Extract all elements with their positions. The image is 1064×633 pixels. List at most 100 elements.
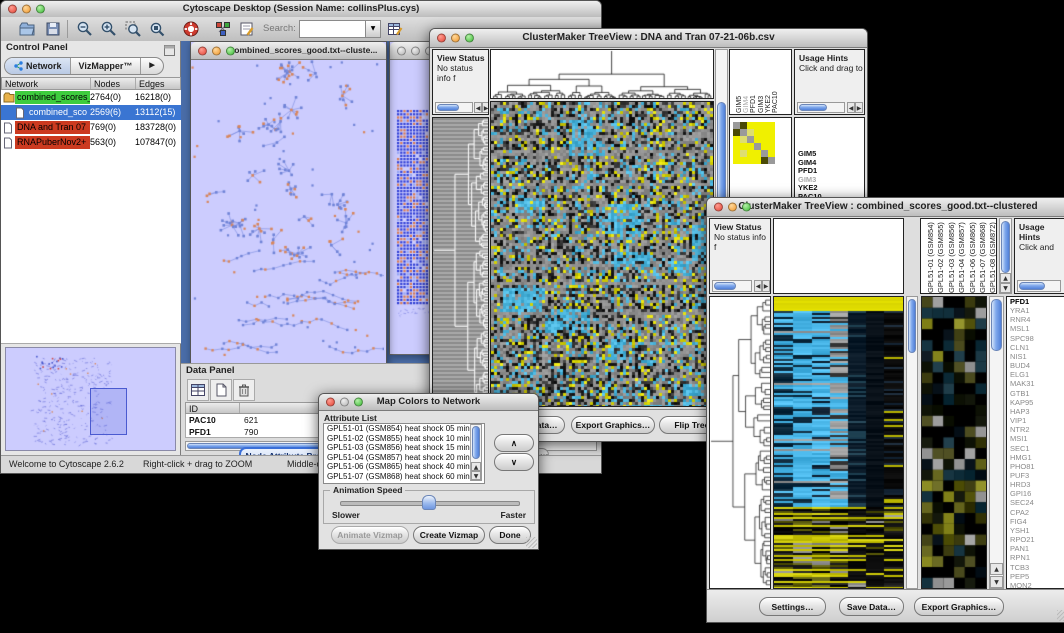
gene-list-item[interactable]: SPC98	[1007, 334, 1064, 343]
scroll-left-icon[interactable]: ◀	[754, 280, 762, 292]
gene-list-item[interactable]: MAK31	[1007, 379, 1064, 388]
close-button[interactable]	[8, 5, 17, 14]
delete-attribute-button[interactable]	[233, 379, 255, 401]
minimize-button[interactable]	[22, 5, 31, 14]
done-button[interactable]: Done	[489, 526, 531, 544]
network-table-row[interactable]: combined_sco2569(6)13112(15)	[1, 105, 181, 120]
gene-list-item[interactable]: MSL1	[1007, 324, 1064, 333]
tab-overflow[interactable]: ▶	[141, 58, 162, 74]
treeview1-titlebar[interactable]: ClusterMaker TreeView : DNA and Tran 07-…	[430, 29, 867, 48]
tv1-button-2[interactable]: Export Graphics…	[571, 416, 655, 434]
tv2-gene-dendrogram[interactable]	[709, 296, 771, 589]
network-table-row[interactable]: DNA and Tran 07769(0)183728(0)	[1, 120, 181, 135]
gene-list-item[interactable]: MON2	[1007, 581, 1064, 589]
network-view-canvas[interactable]	[191, 60, 384, 363]
gene-list-item[interactable]: FIG4	[1007, 517, 1064, 526]
close-button[interactable]	[326, 398, 335, 407]
minimize-button[interactable]	[411, 46, 420, 55]
gene-list-item[interactable]: HAP3	[1007, 407, 1064, 416]
attribute-list-item[interactable]: GPL51-03 (GSM856) heat shock 15 min	[324, 443, 484, 453]
zoom-out-button[interactable]	[75, 19, 95, 39]
attribute-list-item[interactable]: GPL51-02 (GSM855) heat shock 10 min	[324, 434, 484, 444]
tv2-gene-list[interactable]: PFD1YRA1RNR4MSL1SPC98CLN1NIS1BUD4ELG1MAK…	[1006, 296, 1064, 589]
tab-vizmapper[interactable]: VizMapper™	[71, 58, 142, 74]
gene-list-item[interactable]: YRA1	[1007, 306, 1064, 315]
gene-list-item[interactable]: TCB3	[1007, 563, 1064, 572]
gene-list-item[interactable]: RPO21	[1007, 535, 1064, 544]
tv1-hints-hscrollbar[interactable]	[797, 102, 845, 113]
gene-list-item[interactable]: CPA2	[1007, 508, 1064, 517]
attribute-editor-button[interactable]	[385, 19, 405, 39]
annotation-button[interactable]	[237, 19, 257, 39]
zoom-button[interactable]	[465, 34, 474, 43]
tv2-button-1[interactable]: Save Data…	[839, 597, 904, 616]
vizmapper-button[interactable]	[213, 19, 233, 39]
move-down-button[interactable]: ∨	[494, 453, 534, 471]
zoom-button[interactable]	[36, 5, 45, 14]
tv2-hints-hscrollbar[interactable]	[1017, 280, 1061, 292]
create-vizmap-button[interactable]: Create Vizmap	[413, 526, 485, 544]
tv2-labels-scrollbar[interactable]: ▲ ▼	[999, 218, 1012, 294]
tv2-heatmap-vscrollbar[interactable]	[906, 296, 918, 589]
gene-list-item[interactable]: ELG1	[1007, 370, 1064, 379]
tab-network[interactable]: Network	[5, 58, 71, 74]
gene-list-item[interactable]: GPI16	[1007, 489, 1064, 498]
attribute-list-item[interactable]: GPL51-04 (GSM857) heat shock 20 min	[324, 453, 484, 463]
gene-list-item[interactable]: BUD4	[1007, 361, 1064, 370]
zoom-selected-button[interactable]	[123, 19, 143, 39]
close-button[interactable]	[397, 46, 406, 55]
scroll-right-icon[interactable]: ▶	[762, 280, 770, 292]
help-button[interactable]	[181, 19, 201, 39]
search-dropdown-button[interactable]: ▼	[365, 20, 381, 38]
gene-list-item[interactable]: YSH1	[1007, 526, 1064, 535]
gene-list-item[interactable]: PAN1	[1007, 544, 1064, 553]
resize-grip[interactable]	[1057, 610, 1064, 621]
new-attribute-button[interactable]	[210, 379, 232, 401]
tv2-genelist-scrollbar[interactable]: ▲ ▼	[989, 296, 1004, 589]
gene-list-item[interactable]: RNR4	[1007, 315, 1064, 324]
scroll-up-icon[interactable]: ▲	[471, 462, 481, 471]
gene-list-item[interactable]: CLN1	[1007, 343, 1064, 352]
scroll-down-icon[interactable]: ▼	[990, 576, 1003, 588]
tv1-heatmap[interactable]	[490, 101, 714, 407]
overview-selection-rect[interactable]	[90, 388, 127, 435]
scroll-left-icon[interactable]: ◀	[847, 102, 855, 113]
tv2-zoom-heatmap[interactable]	[921, 296, 987, 589]
gene-list-item[interactable]: VIP1	[1007, 416, 1064, 425]
tv2-heatmap[interactable]	[773, 296, 904, 589]
main-titlebar[interactable]: Cytoscape Desktop (Session Name: collins…	[1, 1, 601, 18]
gene-list-item[interactable]: NTR2	[1007, 425, 1064, 434]
float-panel-icon[interactable]	[164, 43, 175, 61]
tv1-status-hscrollbar[interactable]	[435, 102, 473, 113]
resize-grip[interactable]	[526, 537, 537, 548]
tv2-button-2[interactable]: Export Graphics…	[914, 597, 1004, 616]
treeview2-titlebar[interactable]: ClusterMaker TreeView : combined_scores_…	[707, 198, 1064, 217]
gene-list-item[interactable]: MSI1	[1007, 434, 1064, 443]
close-button[interactable]	[437, 34, 446, 43]
speed-slider-thumb[interactable]	[422, 495, 436, 510]
network-table-row[interactable]: combined_scores_2764(0)16218(0)	[1, 90, 181, 105]
scroll-down-icon[interactable]: ▼	[1000, 283, 1011, 293]
gene-list-item[interactable]: HRD3	[1007, 480, 1064, 489]
scroll-right-icon[interactable]: ▶	[482, 102, 489, 113]
network-overview[interactable]	[5, 347, 176, 451]
tv1-column-dendrogram[interactable]	[490, 49, 714, 99]
close-button[interactable]	[198, 46, 207, 55]
gene-list-item[interactable]: PFD1	[1007, 297, 1064, 306]
attribute-list-item[interactable]: GPL51-06 (GSM865) heat shock 40 min	[324, 462, 484, 472]
attribute-list-item[interactable]: GPL51-01 (GSM854) heat shock 05 min	[324, 424, 484, 434]
attribute-list-scrollbar[interactable]: ▲ ▼	[470, 424, 482, 481]
minimize-button[interactable]	[212, 46, 221, 55]
tv2-status-hscrollbar[interactable]	[712, 280, 752, 292]
gene-list-item[interactable]: RPN1	[1007, 553, 1064, 562]
scroll-up-icon[interactable]: ▲	[1000, 273, 1011, 283]
gene-list-item[interactable]: SEC1	[1007, 444, 1064, 453]
gene-list-item[interactable]: SEC24	[1007, 498, 1064, 507]
search-input[interactable]	[299, 20, 369, 38]
scroll-up-icon[interactable]: ▲	[990, 563, 1003, 575]
attribute-list-item[interactable]: GPL51-07 (GSM868) heat shock 60 min	[324, 472, 484, 482]
network1-titlebar[interactable]: combined_scores_good.txt--cluste...	[191, 42, 386, 60]
scroll-down-icon[interactable]: ▼	[471, 471, 481, 480]
gene-list-item[interactable]: GTB1	[1007, 389, 1064, 398]
gene-list-item[interactable]: PHO81	[1007, 462, 1064, 471]
